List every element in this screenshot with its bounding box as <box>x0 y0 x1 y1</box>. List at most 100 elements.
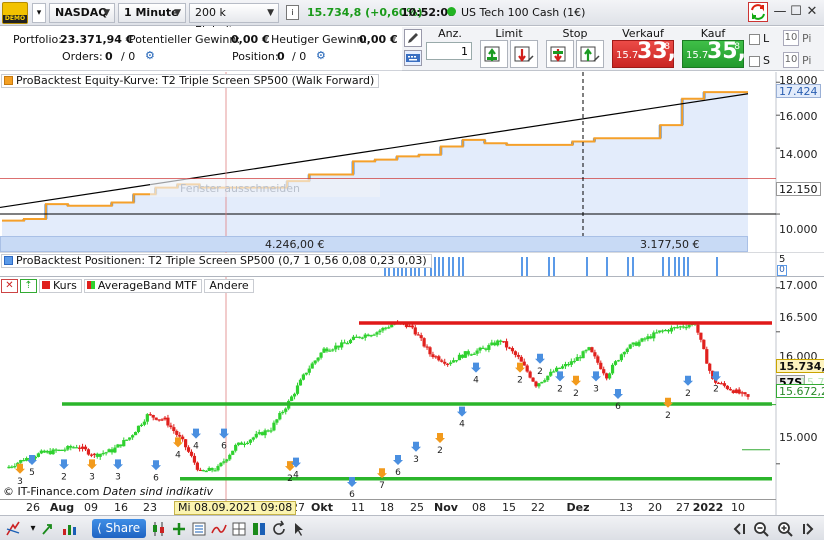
candle-body <box>675 327 679 329</box>
candle-body <box>39 450 43 454</box>
candle-body <box>731 390 735 393</box>
flip-icon[interactable] <box>748 2 768 22</box>
candle-body <box>605 373 609 379</box>
candle-body <box>89 454 93 456</box>
candle-body <box>184 439 188 448</box>
candle-body <box>543 380 547 382</box>
sell-price-prefix: 15.7 <box>616 50 639 61</box>
draw-line-icon[interactable] <box>4 520 22 538</box>
timeframe-select[interactable]: 1 Minute ▼ <box>118 3 186 23</box>
menu-chevron-icon[interactable]: ▾ <box>32 3 46 23</box>
stop-points-input[interactable]: 10 <box>783 52 799 68</box>
candle-body <box>702 339 706 350</box>
candle-body <box>189 451 194 456</box>
signal-count-label: 4 <box>473 376 479 386</box>
candle-body <box>192 455 197 463</box>
candle-body <box>581 351 585 359</box>
candle-body <box>263 430 267 436</box>
candle-body <box>587 347 591 351</box>
app-logo-icon[interactable]: DEMO <box>2 2 28 24</box>
candle-body <box>608 373 612 379</box>
buy-button[interactable]: 15.7 35, 8 <box>682 39 746 68</box>
keyboard-icon[interactable] <box>404 50 422 66</box>
tag-andere[interactable]: Andere <box>204 279 254 293</box>
position-bar <box>674 257 676 276</box>
close-icon[interactable]: ✕ <box>804 4 820 20</box>
scroll-right-icon[interactable] <box>800 520 818 538</box>
grid-icon[interactable] <box>230 520 248 538</box>
info-icon[interactable]: i <box>286 5 299 20</box>
candle-body <box>72 447 76 449</box>
candle-body <box>490 342 494 346</box>
stop-checkbox[interactable] <box>749 56 760 67</box>
minimize-icon[interactable]: — <box>772 4 788 20</box>
share-button[interactable]: ⟨ Share <box>92 519 146 538</box>
candle-body <box>334 345 338 350</box>
tag-averageband[interactable]: AverageBand MTF <box>83 279 203 293</box>
candle-body <box>466 351 470 355</box>
candle-body <box>522 361 526 366</box>
plus-icon[interactable] <box>170 520 188 538</box>
stop-sell-button[interactable] <box>576 40 604 68</box>
limit-buy-button[interactable] <box>480 40 508 68</box>
price-chart[interactable]: 35 2 3 3 644 62 46763244 222 2 3622 2 <box>0 277 824 515</box>
candle-body <box>478 347 482 351</box>
instrument-select[interactable]: NASDAQ ▼ <box>49 3 115 23</box>
maximize-icon[interactable]: ☐ <box>788 4 804 20</box>
equity-chart[interactable] <box>0 72 824 253</box>
candle-body <box>681 326 685 328</box>
orders-value: 0 <box>105 50 113 63</box>
quantity-input[interactable] <box>426 42 472 60</box>
positions-panel-title[interactable]: ProBacktest Positionen: T2 Triple Screen… <box>1 254 432 268</box>
stop-label: Stop <box>562 27 588 40</box>
candle-body <box>98 453 102 457</box>
pointer-icon[interactable] <box>290 520 308 538</box>
buy-price-sup: 8 <box>734 42 740 52</box>
position-bar <box>662 257 664 276</box>
signal-count-label: 4 <box>175 450 181 460</box>
collapse-icon[interactable]: ✕ <box>1 279 18 293</box>
candle-body <box>640 338 644 342</box>
candlestick-icon[interactable] <box>150 520 168 538</box>
zoom-out-icon[interactable] <box>752 520 770 538</box>
candle-body <box>590 347 594 353</box>
candle-body <box>351 336 356 340</box>
candle-body <box>696 324 700 333</box>
tag-kurs[interactable]: Kurs <box>39 279 82 293</box>
equity-panel-title[interactable]: ProBacktest Equity-Kurve: T2 Triple Scre… <box>1 74 380 88</box>
x-tick-label: 23 <box>143 501 157 514</box>
equity-y-tick: 14.000 <box>779 148 818 161</box>
gear-icon[interactable]: ⚙ <box>145 49 155 62</box>
candle-body <box>48 450 52 455</box>
bottom-toolbar: ▾ ⟨ Share <box>0 515 824 540</box>
bar-chart-icon[interactable] <box>60 520 78 538</box>
limit-checkbox[interactable] <box>749 34 760 45</box>
candle-body <box>552 371 556 373</box>
units-select[interactable]: 200 k Einheiten▼ <box>189 3 279 37</box>
position-bar <box>683 257 685 276</box>
indicator-icon[interactable] <box>210 520 228 538</box>
layout-icon[interactable] <box>250 520 268 538</box>
candle-body <box>387 327 391 329</box>
sell-button[interactable]: 15.7 33, 8 <box>612 39 676 68</box>
list-icon[interactable] <box>190 520 208 538</box>
gear-icon[interactable]: ⚙ <box>316 49 326 62</box>
candle-body <box>410 325 414 328</box>
candle-body <box>69 445 73 448</box>
equity-current-tag: 17.424 <box>776 84 821 98</box>
position-label: Position: <box>232 50 279 63</box>
stop-buy-button[interactable] <box>546 40 574 68</box>
candle-body <box>622 352 626 355</box>
position-bar <box>553 257 555 276</box>
arrow-up-icon[interactable]: ⇡ <box>20 279 37 293</box>
scroll-left-icon[interactable] <box>730 520 748 538</box>
refresh-icon[interactable] <box>270 520 288 538</box>
limit-sell-button[interactable] <box>510 40 538 68</box>
zoom-in-icon[interactable] <box>776 520 794 538</box>
candle-body <box>525 365 529 372</box>
limit-points-input[interactable]: 10 <box>783 30 799 46</box>
trend-arrow-icon[interactable] <box>40 520 58 538</box>
pencil-icon[interactable] <box>404 29 422 47</box>
candle-body <box>540 381 544 384</box>
position-bar <box>606 257 608 276</box>
